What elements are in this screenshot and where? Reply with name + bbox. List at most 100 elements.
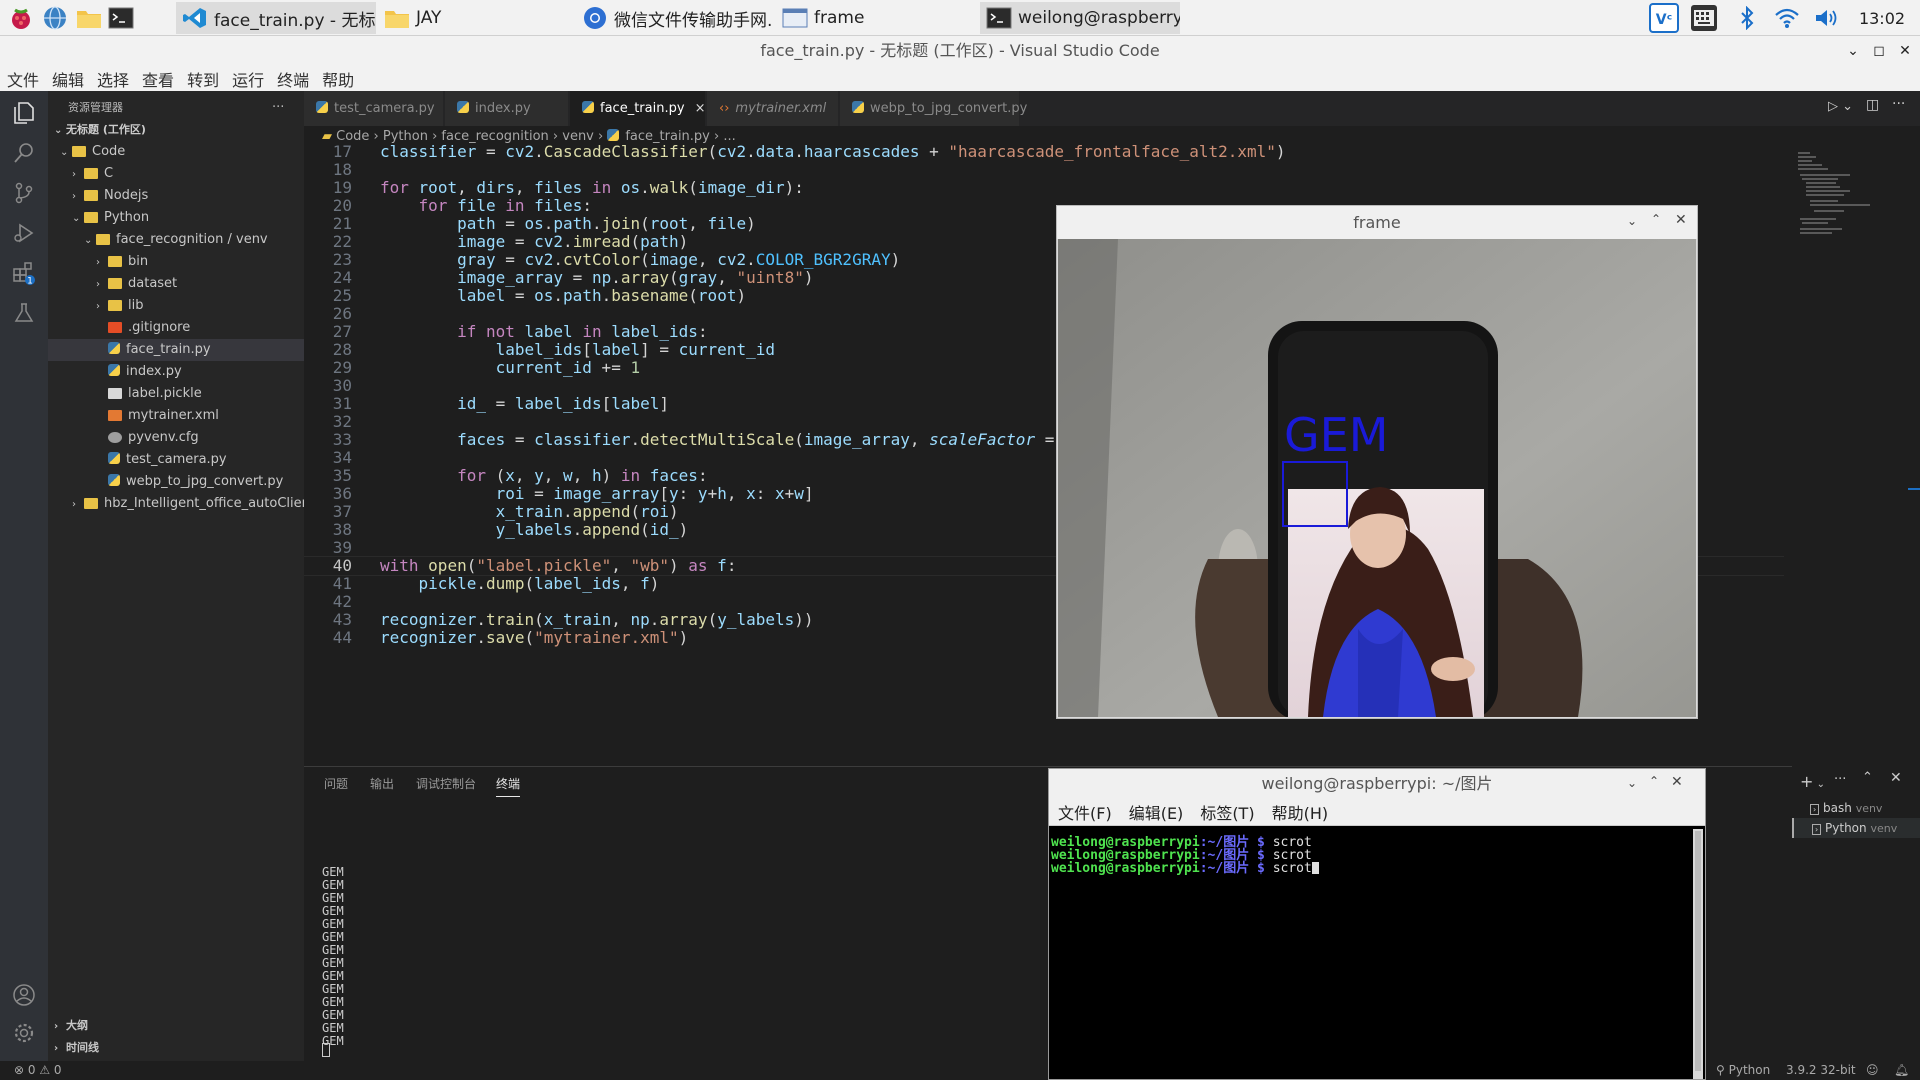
chevron-right-icon: › — [96, 257, 100, 268]
testing-icon[interactable] — [8, 297, 40, 329]
run-file-icon[interactable]: ▷ ⌄ — [1828, 99, 1853, 114]
source-control-icon[interactable] — [8, 177, 40, 209]
terminal-launcher-icon[interactable] — [106, 3, 136, 33]
tree-item-python[interactable]: ⌄ Python — [48, 207, 304, 229]
run-debug-icon[interactable] — [8, 217, 40, 249]
account-icon[interactable] — [8, 979, 40, 1011]
tree-item-dataset[interactable]: › dataset — [48, 273, 304, 295]
tab-output[interactable]: 输出 — [370, 775, 394, 792]
extensions-icon[interactable]: 1 — [8, 257, 40, 289]
terminal-item-bash[interactable]: › bash venv — [1792, 798, 1920, 818]
tree-item-c[interactable]: › C — [48, 163, 304, 185]
manage-gear-icon[interactable] — [8, 1017, 40, 1049]
tree-item-code[interactable]: ⌄ Code — [48, 141, 304, 163]
tree-item-face-recognition-venv[interactable]: ⌄ face_recognition / venv — [48, 229, 304, 251]
panel-more-icon[interactable]: ··· — [1834, 772, 1846, 787]
task-vscode[interactable]: face_train.py - 无标题... — [176, 2, 376, 34]
menu-help[interactable]: 帮助 — [322, 67, 354, 91]
notifications-icon[interactable]: 🔔︎ — [1894, 1061, 1909, 1080]
frame-minimize-icon[interactable]: ⌄ — [1627, 214, 1637, 228]
close-icon[interactable]: ✕ — [1892, 36, 1918, 66]
tree-item-pyvenv-cfg[interactable]: pyvenv.cfg — [48, 427, 304, 449]
keyboard-icon[interactable] — [1688, 3, 1720, 33]
raspberry-menu-icon[interactable] — [6, 3, 36, 33]
tree-item-nodejs[interactable]: › Nodejs — [48, 185, 304, 207]
menu-selection[interactable]: 选择 — [97, 67, 129, 91]
bluetooth-icon[interactable] — [1734, 3, 1760, 33]
camera-feed: GEM — [1058, 239, 1696, 717]
terminal-scrollbar[interactable] — [1693, 829, 1703, 1079]
tab-webp-convert[interactable]: webp_to_jpg_convert.py — [840, 91, 1027, 126]
vnc-icon[interactable]: Vᶜ — [1648, 3, 1680, 33]
tree-item-mytrainer-xml[interactable]: mytrainer.xml — [48, 405, 304, 427]
close-panel-icon[interactable]: ✕ — [1890, 770, 1902, 786]
terminal-item-python[interactable]: › Python venv — [1792, 818, 1920, 838]
term-menu-file[interactable]: 文件(F) — [1058, 800, 1112, 824]
terminal-menu: 文件(F) 编辑(E) 标签(T) 帮助(H) — [1049, 799, 1705, 826]
menu-view[interactable]: 查看 — [142, 67, 174, 91]
volume-icon[interactable] — [1812, 3, 1842, 33]
menu-run[interactable]: 运行 — [232, 67, 264, 91]
task-browser[interactable]: 微信文件传输助手网... — [576, 2, 772, 34]
language-mode[interactable]: ⚲ Python — [1716, 1061, 1770, 1080]
tab-terminal[interactable]: 终端 — [496, 775, 521, 797]
tab-label: webp_to_jpg_convert.py — [870, 101, 1028, 116]
tree-item-label-pickle[interactable]: label.pickle — [48, 383, 304, 405]
timeline-section[interactable]: › 时间线 — [54, 1037, 304, 1059]
maximize-icon[interactable]: ◻ — [1866, 36, 1892, 66]
menu-go[interactable]: 转到 — [187, 67, 219, 91]
tab-mytrainer[interactable]: ‹› mytrainer.xml — [707, 91, 839, 126]
outline-section[interactable]: › 大纲 — [54, 1015, 304, 1037]
clock[interactable]: 13:02 — [1852, 3, 1912, 33]
explorer-icon[interactable] — [8, 97, 40, 129]
menu-edit[interactable]: 编辑 — [52, 67, 84, 91]
minimize-icon[interactable]: ⌄ — [1840, 36, 1866, 66]
term-minimize-icon[interactable]: ⌄ — [1627, 776, 1637, 790]
term-menu-tabs[interactable]: 标签(T) — [1200, 800, 1254, 824]
tree-item-face-train-py[interactable]: face_train.py — [48, 339, 304, 361]
tab-problems[interactable]: 问题 — [324, 775, 348, 792]
tab-test-camera[interactable]: test_camera.py — [304, 91, 444, 126]
term-maximize-icon[interactable]: ⌃ — [1649, 774, 1659, 788]
terminal-window[interactable]: weilong@raspberrypi: ~/图片 ⌄ ⌃ ✕ 文件(F) 编辑… — [1048, 768, 1706, 1080]
frame-maximize-icon[interactable]: ⌃ — [1651, 212, 1661, 226]
wifi-icon[interactable] — [1772, 3, 1802, 33]
tab-close-icon[interactable]: × — [695, 101, 706, 116]
maximize-panel-icon[interactable]: ⌃ — [1862, 770, 1873, 785]
term-menu-edit[interactable]: 编辑(E) — [1129, 800, 1184, 824]
tab-face-train[interactable]: face_train.py × — [570, 91, 706, 126]
more-actions-icon[interactable]: ··· — [272, 97, 284, 119]
tree-item-test-camera-py[interactable]: test_camera.py — [48, 449, 304, 471]
frame-close-icon[interactable]: ✕ — [1675, 212, 1687, 228]
tree-item-webp-to-jpg-convert-py[interactable]: webp_to_jpg_convert.py — [48, 471, 304, 493]
problems-count[interactable]: ⊗ 0 ⚠ 0 — [14, 1061, 62, 1080]
term-menu-help[interactable]: 帮助(H) — [1272, 800, 1329, 824]
tab-debug-console[interactable]: 调试控制台 — [416, 775, 476, 792]
workspace-root[interactable]: ⌄ 无标题 (工作区) — [54, 119, 304, 141]
interpreter-version[interactable]: 3.9.2 32-bit — [1786, 1061, 1856, 1080]
menu-file[interactable]: 文件 — [7, 67, 39, 91]
tree-item-bin[interactable]: › bin — [48, 251, 304, 273]
term-close-icon[interactable]: ✕ — [1671, 774, 1683, 790]
line-number: 25 — [332, 286, 352, 305]
task-terminal[interactable]: weilong@raspberrypi... — [980, 2, 1180, 34]
tree-item-lib[interactable]: › lib — [48, 295, 304, 317]
tree-item-hbz-intelligent-office-autoclient[interactable]: › hbz_Intelligent_office_autoClient — [48, 493, 315, 515]
task-frame[interactable]: frame — [776, 2, 976, 34]
frame-window[interactable]: frame ⌄ ⌃ ✕ GEM — [1056, 205, 1698, 719]
file-manager-icon[interactable] — [74, 3, 104, 33]
task-folder-label: JAY — [416, 8, 442, 28]
add-terminal-icon[interactable]: + ⌄ — [1800, 772, 1825, 791]
search-icon[interactable] — [8, 137, 40, 169]
tab-index[interactable]: index.py — [445, 91, 569, 126]
feedback-icon[interactable]: ☺ — [1866, 1061, 1879, 1080]
split-editor-icon[interactable]: ◫ — [1866, 97, 1879, 113]
minimap[interactable] — [1792, 148, 1872, 248]
line-number: 17 — [332, 142, 352, 161]
tree-item--gitignore[interactable]: .gitignore — [48, 317, 304, 339]
task-folder-jay[interactable]: JAY — [378, 2, 558, 34]
tree-item-index-py[interactable]: index.py — [48, 361, 304, 383]
editor-more-icon[interactable]: ··· — [1892, 96, 1905, 112]
browser-icon[interactable] — [40, 3, 70, 33]
menu-terminal[interactable]: 终端 — [277, 67, 309, 91]
